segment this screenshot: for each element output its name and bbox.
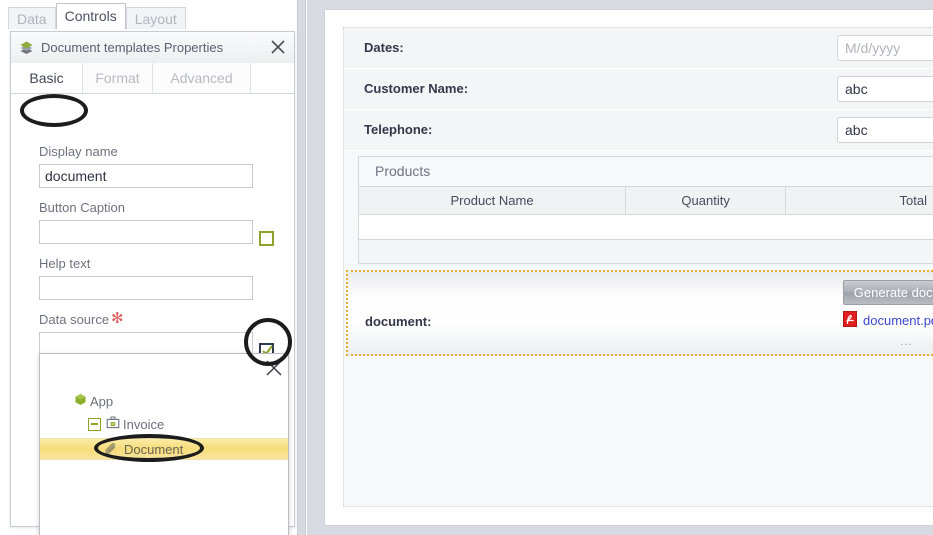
telephone-label: Telephone:	[364, 122, 433, 137]
tree-node-document[interactable]: Document	[40, 438, 288, 460]
help-text-label: Help text	[39, 256, 91, 271]
preview-card: Dates: Customer Name: Telephone: Product…	[324, 9, 933, 526]
column-header-quantity[interactable]: Quantity	[626, 187, 787, 214]
generate-documents-button[interactable]: Generate documents	[843, 280, 933, 305]
column-header-total[interactable]: Total	[786, 187, 933, 214]
required-asterisk: ✻	[111, 310, 124, 327]
tree-node-label: Invoice	[123, 416, 165, 432]
paperclip-icon	[104, 442, 118, 460]
tab-format[interactable]: Format	[83, 63, 153, 93]
tab-layout[interactable]: Layout	[125, 7, 186, 29]
customer-name-input[interactable]	[837, 76, 933, 102]
display-name-checkbox[interactable]	[259, 231, 274, 246]
dialog-tab-strip: Basic Format Advanced	[11, 63, 294, 94]
dialog-title: Document templates Properties	[41, 40, 224, 55]
generate-documents-panel: Generate documents document: document.pd…	[346, 270, 933, 356]
data-source-label: Data source	[39, 312, 110, 327]
form-row-dates: Dates:	[344, 28, 933, 69]
button-caption-input[interactable]	[39, 220, 253, 244]
preview-form: Dates: Customer Name: Telephone: Product…	[343, 27, 933, 507]
datasource-tree-popup: App Invoice Document	[39, 353, 289, 535]
tree-node-app[interactable]: App	[74, 391, 113, 411]
pdf-icon	[843, 311, 857, 330]
display-name-label: Display name	[39, 144, 118, 159]
tab-basic[interactable]: Basic	[11, 63, 83, 93]
form-row-customer-name: Customer Name:	[344, 69, 933, 110]
left-panel: Data Controls Layout Document templates …	[0, 0, 306, 535]
outer-tab-strip: Data Controls Layout	[8, 3, 186, 29]
products-header-row: Product Name Quantity Total	[359, 186, 933, 215]
preview-panel: Dates: Customer Name: Telephone: Product…	[307, 0, 933, 535]
tree-node-label: Document	[124, 441, 184, 457]
form-row-telephone: Telephone:	[344, 110, 933, 151]
button-caption-label: Button Caption	[39, 200, 126, 215]
document-pdf-link[interactable]: document.pdf	[843, 311, 933, 330]
hexagon-icon	[74, 393, 87, 409]
ellipsis-indicator: ...	[900, 334, 914, 348]
tab-data[interactable]: Data	[8, 7, 56, 29]
briefcase-icon	[106, 416, 120, 432]
document-pdf-filename: document.pdf	[863, 313, 933, 328]
tab-advanced[interactable]: Advanced	[153, 63, 251, 93]
collapse-expander-icon[interactable]	[88, 417, 101, 431]
app-root: Data Controls Layout Document templates …	[0, 0, 933, 535]
products-footer	[359, 240, 933, 263]
telephone-input[interactable]	[837, 117, 933, 143]
tree-node-label: App	[90, 393, 114, 409]
tree-body: App Invoice Document	[40, 354, 288, 535]
column-header-product-name[interactable]: Product Name	[359, 187, 627, 214]
dialog-titlebar: Document templates Properties	[11, 32, 294, 64]
document-field-label: document:	[365, 314, 432, 329]
properties-dialog: Document templates Properties Basic Form…	[10, 31, 295, 535]
diamond-icon	[19, 40, 34, 55]
pane-divider[interactable]	[297, 0, 306, 535]
tree-node-invoice[interactable]: Invoice	[88, 414, 164, 434]
display-name-input[interactable]	[39, 164, 253, 188]
table-row[interactable]	[359, 215, 933, 240]
products-caption: Products	[359, 157, 933, 186]
dates-input[interactable]	[837, 35, 933, 61]
dates-label: Dates:	[364, 40, 404, 55]
customer-name-label: Customer Name:	[364, 81, 469, 96]
tab-controls[interactable]: Controls	[55, 3, 126, 29]
help-text-input[interactable]	[39, 276, 253, 300]
close-icon[interactable]	[268, 37, 288, 57]
products-grid: Products Product Name Quantity Total	[358, 156, 933, 264]
